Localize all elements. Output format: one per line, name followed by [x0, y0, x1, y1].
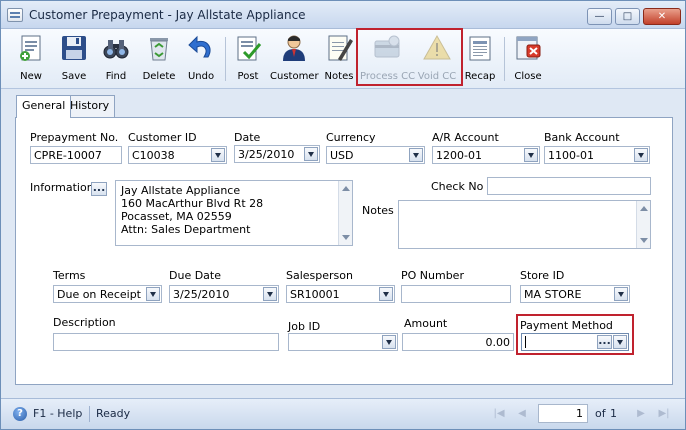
notes-button[interactable]: Notes [323, 33, 355, 87]
store-id-label: Store ID [520, 269, 565, 282]
currency-label: Currency [326, 131, 376, 144]
payment-method-dropdown-icon[interactable] [613, 335, 627, 349]
customer-person-icon [283, 35, 305, 61]
ar-account-combo[interactable]: 1200-01 [432, 146, 540, 164]
due-date-picker[interactable]: 3/25/2010 [169, 285, 279, 303]
customer-button[interactable]: Customer [270, 33, 319, 87]
title-bar: Customer Prepayment - Jay Allstate Appli… [1, 1, 685, 29]
general-panel: Prepayment No. CPRE-10007 Customer ID C1… [15, 117, 673, 385]
customer-id-combo[interactable]: C10038 [128, 146, 227, 164]
due-date-dropdown-icon[interactable] [263, 287, 277, 301]
tab-history[interactable]: History [64, 95, 116, 117]
recap-button[interactable]: Recap [464, 33, 496, 87]
prepayment-no-label: Prepayment No. [30, 131, 119, 144]
last-record-icon[interactable]: ▶| [656, 406, 672, 422]
notes-scrollbar[interactable] [636, 201, 650, 248]
recycle-bin-icon [150, 38, 168, 61]
information-scrollbar[interactable] [338, 181, 352, 245]
customer-prepayment-window: Customer Prepayment - Jay Allstate Appli… [0, 0, 686, 430]
form-app-icon [7, 8, 23, 22]
job-id-combo[interactable] [288, 333, 398, 351]
page-total: 1 [610, 407, 617, 420]
amount-label: Amount [404, 317, 448, 330]
information-label: Information [30, 181, 94, 194]
page-of-label: of [595, 407, 606, 420]
cc-buttons-highlight [356, 28, 463, 86]
post-checkmark-icon [237, 36, 262, 61]
ar-account-label: A/R Account [432, 131, 499, 144]
undo-button[interactable]: Undo [184, 33, 218, 87]
floppy-disk-icon [62, 36, 86, 60]
recap-report-icon [469, 36, 491, 61]
window-title: Customer Prepayment - Jay Allstate Appli… [29, 8, 306, 22]
store-id-combo[interactable]: MA STORE [520, 285, 630, 303]
check-no-field[interactable] [487, 177, 651, 195]
bank-account-label: Bank Account [544, 131, 620, 144]
customer-id-label: Customer ID [128, 131, 197, 144]
description-label: Description [53, 316, 116, 329]
salesperson-label: Salesperson [286, 269, 353, 282]
tab-general[interactable]: General [16, 95, 72, 118]
undo-arrow-icon [188, 35, 211, 58]
new-document-icon [20, 35, 41, 61]
next-record-icon[interactable]: ▶ [633, 406, 649, 422]
po-number-label: PO Number [401, 269, 464, 282]
notes-memo[interactable] [398, 200, 651, 249]
store-id-dropdown-icon[interactable] [614, 287, 628, 301]
information-lookup-button[interactable]: ... [91, 182, 107, 196]
payment-method-combo[interactable]: ... [521, 333, 629, 351]
date-picker[interactable]: 3/25/2010 [234, 145, 320, 163]
currency-combo[interactable]: USD [326, 146, 425, 164]
currency-dropdown-icon[interactable] [409, 148, 423, 162]
close-button[interactable]: Close [511, 33, 545, 87]
toolbar-separator [225, 37, 226, 81]
prepayment-no-field[interactable]: CPRE-10007 [30, 146, 122, 164]
job-id-label: Job ID [288, 320, 321, 333]
find-button[interactable]: Find [98, 33, 134, 87]
due-date-label: Due Date [169, 269, 221, 282]
check-no-label: Check No [431, 180, 484, 193]
save-button[interactable]: Save [56, 33, 92, 87]
date-dropdown-icon[interactable] [304, 147, 318, 161]
notes-label: Notes [362, 204, 394, 217]
toolbar-separator [504, 37, 505, 81]
salesperson-dropdown-icon[interactable] [379, 287, 393, 301]
new-button[interactable]: New [13, 33, 49, 87]
toolbar: New Save Find Delete Undo Post Customer … [1, 28, 685, 89]
status-separator [89, 406, 90, 422]
status-text: Ready [96, 407, 131, 420]
status-bar: ? F1 - Help Ready |◀ ◀ 1 of 1 ▶ ▶| [1, 398, 685, 429]
date-label: Date [234, 131, 261, 144]
minimize-button[interactable]: — [587, 8, 612, 25]
information-memo[interactable]: Jay Allstate Appliance 160 MacArthur Blv… [115, 180, 353, 246]
po-number-field[interactable] [401, 285, 511, 303]
payment-method-label: Payment Method [520, 319, 613, 332]
terms-dropdown-icon[interactable] [146, 287, 160, 301]
terms-label: Terms [53, 269, 86, 282]
delete-button[interactable]: Delete [140, 33, 178, 87]
close-door-icon [516, 36, 541, 60]
payment-method-lookup-button[interactable]: ... [597, 335, 612, 349]
terms-combo[interactable]: Due on Receipt [53, 285, 162, 303]
description-field[interactable] [53, 333, 279, 351]
bank-account-dropdown-icon[interactable] [634, 148, 648, 162]
close-window-button[interactable]: ✕ [643, 8, 681, 25]
first-record-icon[interactable]: |◀ [491, 406, 507, 422]
ar-account-dropdown-icon[interactable] [524, 148, 538, 162]
customer-id-dropdown-icon[interactable] [211, 148, 225, 162]
bank-account-combo[interactable]: 1100-01 [544, 146, 650, 164]
post-button[interactable]: Post [232, 33, 264, 87]
help-hint: F1 - Help [33, 407, 83, 420]
amount-field[interactable]: 0.00 [402, 333, 514, 351]
maximize-button[interactable]: □ [615, 8, 640, 25]
text-cursor [525, 336, 526, 348]
job-id-dropdown-icon[interactable] [382, 335, 396, 349]
binoculars-icon [103, 40, 129, 59]
notes-notepad-icon [328, 35, 353, 61]
salesperson-combo[interactable]: SR10001 [286, 285, 395, 303]
previous-record-icon[interactable]: ◀ [514, 406, 530, 422]
page-number-input[interactable]: 1 [538, 404, 588, 423]
help-question-icon[interactable]: ? [13, 407, 27, 421]
